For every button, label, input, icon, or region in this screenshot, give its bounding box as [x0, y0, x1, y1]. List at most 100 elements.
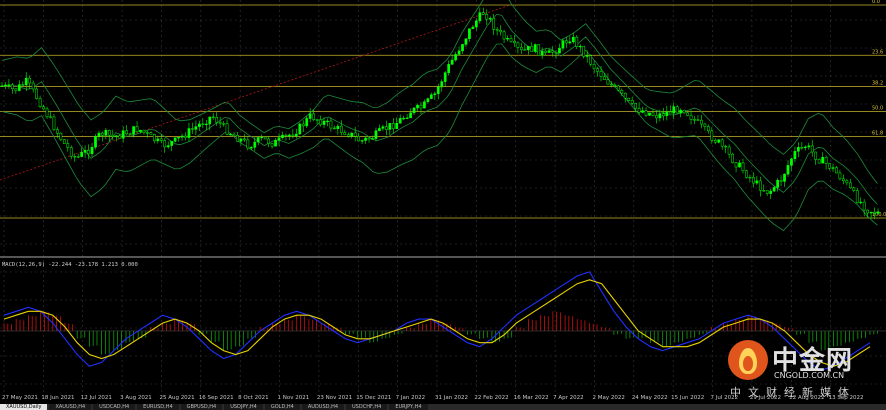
candle-body [132, 126, 135, 135]
candle-body [696, 119, 700, 121]
fib-label-2: 38.2 [872, 80, 883, 86]
candle-body [350, 132, 354, 137]
candle-body [457, 50, 461, 55]
candle-body [291, 134, 295, 137]
candle-body [464, 38, 468, 45]
red-trend-line [0, 4, 511, 181]
candle-body [346, 134, 350, 137]
candle-body [419, 104, 423, 109]
candle-body [118, 135, 122, 139]
candle-body [260, 136, 264, 139]
candle-body [731, 153, 734, 163]
chart-tab-9[interactable]: EURJPY,H4 [389, 404, 428, 410]
candle-body [627, 97, 631, 101]
candle-body [423, 101, 426, 109]
candle-body [412, 107, 416, 114]
candle-body [869, 211, 873, 214]
chart-tab-5[interactable]: USDJPY,H4 [224, 404, 263, 410]
candle-body [52, 116, 56, 130]
candle-body [661, 113, 665, 117]
chart-tab-0[interactable]: XAUUSD,Daily [0, 404, 48, 410]
x-tick-label: 7 Apr 2022 [553, 395, 584, 401]
candle-body [146, 132, 149, 134]
candle-body [765, 190, 769, 194]
candle-body [204, 123, 208, 126]
candle-body [277, 137, 281, 141]
candle-body [686, 112, 689, 116]
candle-body [658, 113, 662, 119]
x-tick-label: 23 Nov 2021 [317, 395, 352, 401]
candle-body [170, 141, 174, 146]
candle-body [111, 134, 115, 137]
candle-body [201, 123, 205, 125]
candle-body [128, 133, 132, 135]
candle-body [762, 190, 766, 192]
candle-body [738, 162, 741, 168]
candle-body [194, 126, 198, 130]
candle-body [866, 209, 869, 214]
x-tick-label: 2 May 2022 [592, 395, 624, 401]
candle-body [80, 152, 83, 157]
candle-body [717, 139, 721, 143]
candle-body [253, 141, 257, 148]
candle-body [353, 132, 357, 137]
candle-body [862, 201, 866, 211]
candle-body [523, 49, 527, 51]
chart-tab-7[interactable]: AUDUSD,H4 [301, 404, 345, 410]
logo-url: CNGOLD.COM.CN [774, 371, 845, 380]
candle-body [225, 123, 229, 135]
bb-upper [1, 0, 878, 184]
chart-tab-1[interactable]: XAUUSD,H4 [49, 404, 92, 410]
candle-body [249, 147, 253, 149]
candle-body [391, 123, 395, 129]
chart-tab-8[interactable]: USDCHF,H4 [346, 404, 388, 410]
candle-body [755, 180, 759, 184]
chart-grid [0, 0, 886, 392]
candle-body [305, 118, 309, 127]
candle-body [513, 40, 516, 44]
candle-body [876, 211, 880, 214]
candle-body [807, 145, 811, 148]
candle-body [450, 59, 454, 65]
candle-body [149, 132, 153, 135]
candle-body [797, 147, 800, 152]
candle-body [793, 151, 797, 160]
candle-body [114, 135, 118, 137]
candle-body [817, 159, 821, 164]
candle-body [97, 132, 101, 137]
chart-tabs: XAUUSD,Daily XAUUSD,H4 USDCAD,H4 EURUSD,H4 G… [0, 404, 886, 410]
candle-body [101, 132, 104, 136]
chart-tab-2[interactable]: USDCAD,H4 [93, 404, 136, 410]
chart-tab-3[interactable]: EURUSD,H4 [137, 404, 179, 410]
chart-tab-6[interactable]: GOLD,H4 [264, 404, 300, 410]
candle-body [0, 85, 4, 87]
candle-body [547, 50, 551, 53]
x-tick-label: 18 Jun 2021 [41, 395, 74, 401]
candle-body [713, 140, 717, 143]
candle-body [166, 145, 170, 148]
candle-body [315, 119, 319, 121]
candle-body [468, 28, 471, 39]
candle-body [364, 137, 367, 141]
candle-body [703, 123, 707, 127]
candle-body [620, 89, 624, 94]
candle-body [752, 177, 755, 184]
candle-body [45, 108, 49, 118]
candle-body [156, 138, 160, 142]
candle-body [758, 180, 762, 191]
candle-body [637, 108, 641, 113]
candle-body [90, 146, 94, 155]
candle-body [582, 45, 586, 57]
candle-body [4, 84, 7, 87]
candle-body [585, 55, 589, 57]
chart-tab-4[interactable]: GBPUSD,H4 [180, 404, 223, 410]
candle-body [66, 143, 70, 148]
candle-body [208, 116, 212, 125]
candle-body [371, 138, 374, 140]
candle-body [173, 137, 177, 142]
candle-body [7, 84, 11, 86]
candle-body [779, 179, 783, 182]
candle-body [769, 190, 773, 194]
candle-body [454, 54, 457, 61]
candle-body [578, 45, 582, 48]
